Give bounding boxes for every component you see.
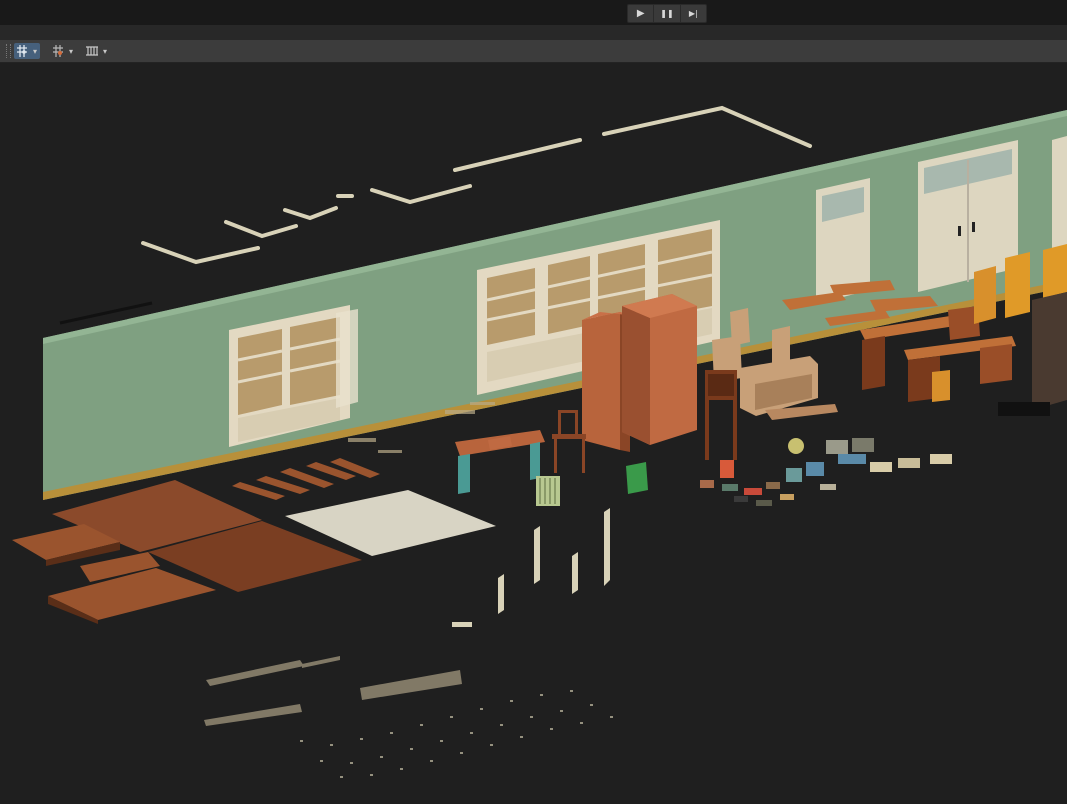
wardrobe [582,294,697,452]
floor-planks [12,480,496,624]
scene-viewport[interactable] [0,63,1067,800]
blackboard-stand [705,370,737,460]
dark-beam [998,402,1050,416]
tab-strip [0,25,1067,40]
chevron-down-icon[interactable]: ▾ [100,43,110,59]
red-book [720,460,734,478]
orange-panels [974,244,1067,410]
chevron-down-icon[interactable]: ▾ [66,43,76,59]
scene-render [12,105,1067,778]
play-icon: ▶ [636,8,645,19]
tile-dots [300,690,613,778]
toolbar-grip[interactable] [6,44,11,58]
green-bag [626,462,648,494]
pause-button[interactable]: ❚❚ [654,5,681,22]
scene-toolbar: ▾ ▾ ▾ [0,40,1067,63]
playback-controls: ▶ ❚❚ ▶| [627,4,707,23]
top-bar: ▶ ❚❚ ▶| [0,0,1067,25]
grid-snap-icon [14,43,30,59]
picture-frames [826,438,952,472]
pause-icon: ❚❚ [660,9,674,18]
floor-cracks [204,656,462,726]
step-button[interactable]: ▶| [681,5,706,22]
school-desk [455,430,545,494]
play-button[interactable]: ▶ [628,5,655,22]
grid-snap-toggle[interactable]: ▾ [14,43,40,59]
ruler-grid-icon [84,43,100,59]
globe [788,438,804,454]
step-icon: ▶| [688,9,698,18]
ruler-grid-toggle[interactable]: ▾ [84,43,110,59]
wooden-chair [552,410,586,473]
double-door [918,140,1018,292]
sideboard [740,356,838,420]
radiator [536,476,560,506]
snap-settings-icon [50,43,66,59]
chevron-down-icon[interactable]: ▾ [30,43,40,59]
snap-settings-toggle[interactable]: ▾ [50,43,76,59]
wood-strips [232,458,380,500]
